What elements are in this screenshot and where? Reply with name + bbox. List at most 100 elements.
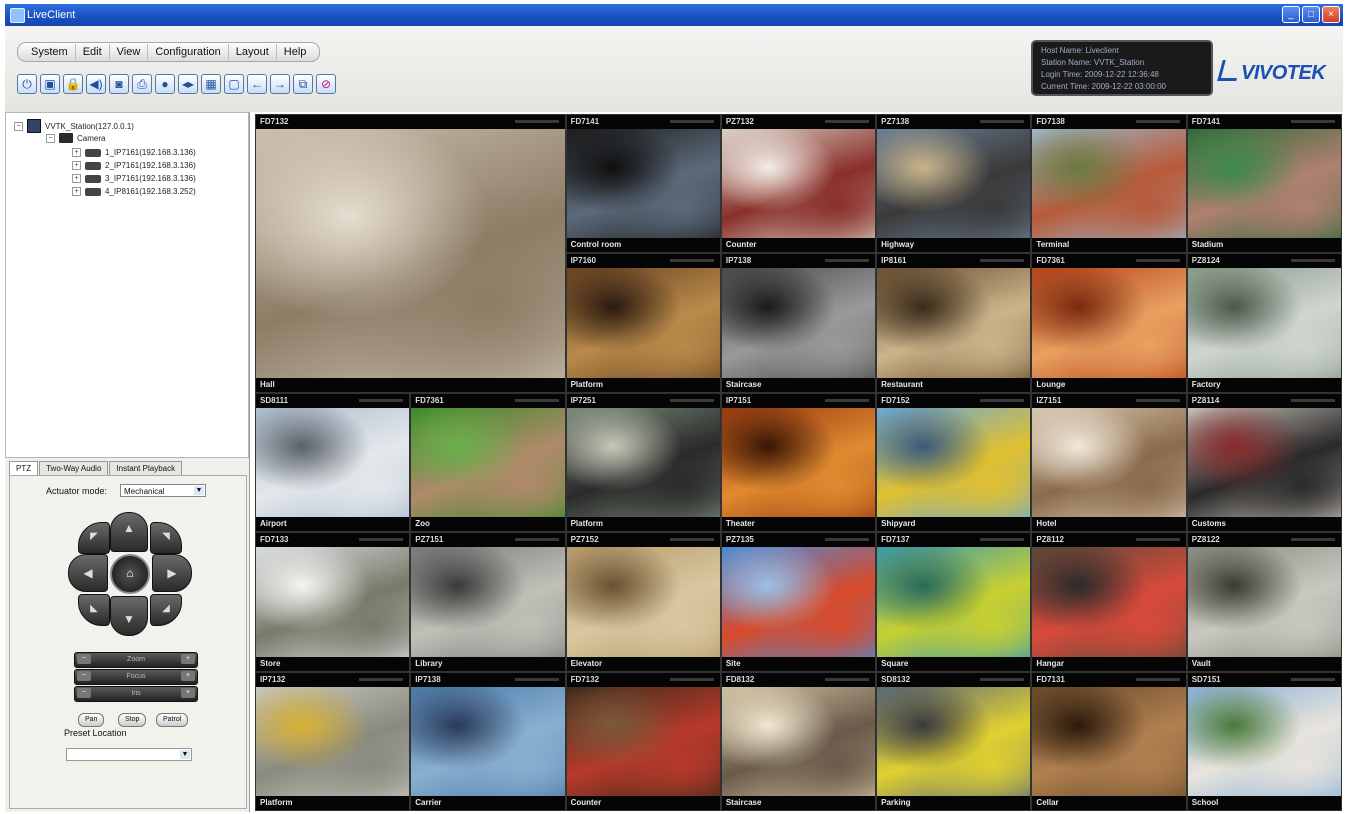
back-arrow-button[interactable]: ←: [247, 74, 267, 94]
pan-button[interactable]: Pan: [78, 713, 105, 727]
iris-close-button[interactable]: −: [77, 688, 91, 698]
playback-button[interactable]: ⧉: [293, 74, 313, 94]
home-button[interactable]: ⌂: [110, 554, 150, 594]
collapse-icon[interactable]: −: [14, 121, 23, 131]
camera-view[interactable]: IP7251 Platform: [565, 392, 721, 533]
camera-view[interactable]: FD7141 Control room: [565, 114, 721, 254]
camera-view[interactable]: FD7132 Hall: [255, 114, 566, 393]
patrol-button[interactable]: Patrol: [156, 713, 189, 727]
camera-view[interactable]: FD7137 Square: [876, 532, 1032, 672]
menu-bar: System Edit View Configuration Layout He…: [17, 42, 321, 62]
camera-view[interactable]: FD7133 Store: [255, 532, 411, 672]
menu-view[interactable]: View: [110, 44, 149, 60]
timestamp-bar: [669, 259, 714, 263]
camera-view[interactable]: SD8111 Airport: [255, 392, 411, 533]
menu-configuration[interactable]: Configuration: [148, 44, 229, 60]
forward-arrow-button[interactable]: →: [270, 74, 290, 94]
collapse-icon[interactable]: −: [46, 133, 55, 143]
tab-ptz[interactable]: PTZ: [9, 461, 39, 475]
expand-icon[interactable]: +: [72, 161, 81, 170]
camera-view[interactable]: SD7151 School: [1186, 671, 1342, 811]
camera-view[interactable]: PZ7152 Elevator: [565, 532, 721, 672]
camera-view[interactable]: FD7152 Shipyard: [876, 392, 1032, 533]
stop-button[interactable]: Stop: [118, 713, 147, 727]
camera-view[interactable]: PZ7151 Library: [410, 532, 566, 672]
pan-right-button[interactable]: ▶: [152, 554, 192, 592]
tree-node-camera[interactable]: + 3_IP7161(192.168.3.136): [72, 174, 196, 183]
pan-down-left-button[interactable]: ◣: [78, 594, 110, 626]
camera-view-header: FD7361: [411, 393, 565, 408]
expand-icon[interactable]: +: [72, 187, 81, 196]
tree-node-station[interactable]: − VVTK_Station(127.0.0.1): [14, 119, 134, 133]
camera-model-label: PZ8122: [1191, 535, 1220, 545]
focus-near-button[interactable]: −: [77, 671, 91, 681]
camera-view-header: PZ8114: [1187, 393, 1341, 408]
camera-view[interactable]: IP7132 Platform: [255, 671, 411, 811]
iris-control[interactable]: − Iris +: [74, 686, 198, 702]
menu-edit[interactable]: Edit: [76, 44, 110, 60]
camera-view[interactable]: PZ8122 Vault: [1186, 532, 1342, 672]
close-button[interactable]: ×: [1322, 6, 1340, 23]
camera-view[interactable]: IP7160 Platform: [565, 253, 721, 393]
pan-up-left-button[interactable]: ◤: [78, 522, 110, 554]
actuator-mode-select[interactable]: Mechanical ▼: [120, 484, 206, 497]
focus-far-button[interactable]: +: [181, 671, 195, 681]
focus-control[interactable]: − Focus +: [74, 669, 198, 685]
camera-location-label: Carrier: [411, 795, 565, 810]
tab-instant-playback[interactable]: Instant Playback: [109, 461, 183, 475]
tree-node-camera[interactable]: + 2_IP7161(192.168.3.136): [72, 161, 196, 170]
camera-view[interactable]: IZ7151 Hotel: [1031, 392, 1187, 533]
tree-node-camera[interactable]: + 1_IP7161(192.168.3.136): [72, 148, 196, 157]
tree-node-camera-folder[interactable]: − Camera: [46, 133, 105, 143]
stop-button[interactable]: ⊘: [316, 74, 336, 94]
zoom-out-button[interactable]: −: [77, 654, 91, 664]
camera-view[interactable]: FD7132 Counter: [565, 671, 721, 811]
timestamp-bar: [359, 538, 404, 542]
grid-button[interactable]: ▦: [201, 74, 221, 94]
maximize-button[interactable]: □: [1302, 6, 1320, 23]
snapshot-button[interactable]: ◙: [109, 74, 129, 94]
camera-view[interactable]: PZ7138 Highway: [876, 114, 1032, 254]
camera-view[interactable]: PZ8114 Customs: [1186, 392, 1342, 533]
tab-two-way-audio[interactable]: Two-Way Audio: [39, 461, 109, 475]
preset-location-select[interactable]: ▼: [66, 748, 192, 761]
menu-help[interactable]: Help: [277, 44, 314, 60]
pan-left-button[interactable]: ◀: [68, 554, 108, 592]
camera-view[interactable]: IP7138 Staircase: [720, 253, 877, 393]
camera-view[interactable]: PZ8124 Factory: [1186, 253, 1342, 393]
camera-view[interactable]: PZ7135 Site: [720, 532, 877, 672]
speaker-button[interactable]: ◀): [86, 74, 106, 94]
stream-button[interactable]: ◂▸: [178, 74, 198, 94]
expand-icon[interactable]: +: [72, 148, 81, 157]
power-button[interactable]: ⏻: [17, 74, 37, 94]
camera-view[interactable]: FD7138 Terminal: [1031, 114, 1187, 254]
iris-open-button[interactable]: +: [181, 688, 195, 698]
camera-view[interactable]: IP7151 Theater: [720, 392, 877, 533]
expand-icon[interactable]: +: [72, 174, 81, 183]
pan-up-button[interactable]: ▲: [110, 512, 148, 552]
camera-view[interactable]: SD8132 Parking: [876, 671, 1032, 811]
tree-node-camera[interactable]: + 4_IP8161(192.168.3.252): [72, 187, 196, 196]
camera-view[interactable]: PZ8112 Hangar: [1031, 532, 1187, 672]
pan-down-right-button[interactable]: ◢: [150, 594, 182, 626]
record-button[interactable]: ●: [155, 74, 175, 94]
menu-layout[interactable]: Layout: [229, 44, 277, 60]
camera-view[interactable]: FD7361 Zoo: [410, 392, 566, 533]
zoom-in-button[interactable]: +: [181, 654, 195, 664]
camera-view[interactable]: FD7141 Stadium: [1186, 114, 1342, 254]
layout-button[interactable]: ▣: [40, 74, 60, 94]
zoom-control[interactable]: − Zoom +: [74, 652, 198, 668]
camera-view[interactable]: FD7361 Lounge: [1031, 253, 1187, 393]
pan-up-right-button[interactable]: ◥: [150, 522, 182, 554]
camera-view[interactable]: IP8161 Restaurant: [876, 253, 1032, 393]
minimize-button[interactable]: _: [1282, 6, 1300, 23]
camera-view[interactable]: IP7138 Carrier: [410, 671, 566, 811]
lock-button[interactable]: 🔒: [63, 74, 83, 94]
camera-view[interactable]: FD7131 Cellar: [1031, 671, 1187, 811]
camera-view[interactable]: FD8132 Staircase: [720, 671, 877, 811]
print-button[interactable]: ⎙: [132, 74, 152, 94]
pan-down-button[interactable]: ▼: [110, 596, 148, 636]
fullscreen-button[interactable]: ▢: [224, 74, 244, 94]
camera-view[interactable]: PZ7132 Counter: [720, 114, 877, 254]
menu-system[interactable]: System: [24, 44, 76, 60]
